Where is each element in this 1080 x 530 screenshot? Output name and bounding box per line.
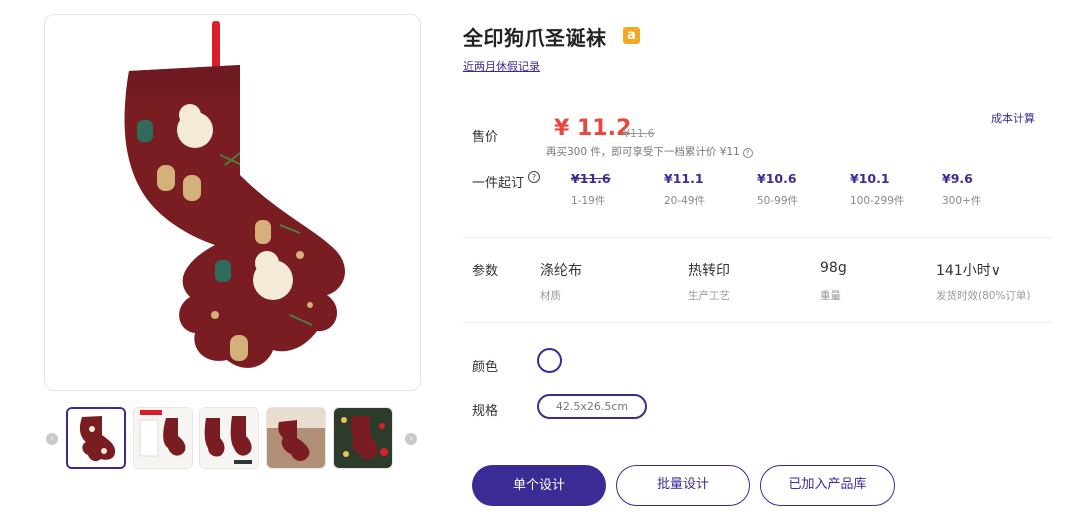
moq-label: 一件起订: [472, 176, 525, 191]
param-weight-key: 重量: [820, 290, 841, 302]
tier-price-3: ¥10.6: [757, 171, 797, 186]
tier-price-5: ¥9.6: [942, 171, 973, 186]
param-material-value: 涤纶布: [540, 263, 582, 279]
color-swatch[interactable]: [537, 348, 562, 373]
tier-price-1: ¥11.6: [571, 171, 611, 186]
param-shipping-dropdown[interactable]: 141小时∨: [936, 260, 1001, 280]
tier-range-4: 100-299件: [850, 195, 905, 207]
thumbnail-5[interactable]: [333, 407, 393, 469]
product-title: 全印狗爪圣诞袜: [463, 26, 607, 50]
divider: [463, 237, 1051, 238]
thumbnail-strip: ‹ ›: [44, 407, 421, 469]
size-option[interactable]: 42.5x26.5cm: [537, 394, 647, 419]
cost-calc-link[interactable]: 成本计算: [991, 110, 1035, 126]
tier-price-2: ¥11.1: [664, 171, 704, 186]
color-label: 颜色: [472, 360, 499, 375]
tier-range-1: 1-19件: [571, 195, 606, 207]
help-icon[interactable]: ?: [528, 171, 540, 183]
param-material-key: 材质: [540, 290, 561, 302]
chevron-left-icon[interactable]: ‹: [46, 433, 58, 445]
tier-range-3: 50-99件: [757, 195, 799, 207]
batch-design-button[interactable]: 批量设计: [616, 465, 750, 506]
thumbnail-3[interactable]: [199, 407, 259, 469]
tier-range-5: 300+件: [942, 195, 982, 207]
tier-range-2: 20-49件: [664, 195, 706, 207]
added-to-library-button[interactable]: 已加入产品库: [760, 465, 895, 506]
params-label: 参数: [472, 264, 499, 279]
current-price: ¥ 11.2: [554, 116, 632, 141]
size-label: 规格: [472, 404, 499, 419]
param-weight-value: 98g: [820, 260, 847, 276]
tier-hint-text: 再买300 件，即可享受下一档累计价 ¥11: [546, 146, 740, 158]
tier-price-4: ¥10.1: [850, 171, 890, 186]
param-process-value: 热转印: [688, 263, 730, 279]
help-icon[interactable]: ?: [742, 148, 753, 158]
single-design-button[interactable]: 单个设计: [472, 465, 606, 506]
thumbnail-1[interactable]: [66, 407, 126, 469]
amazon-badge-icon: a: [623, 27, 640, 44]
param-shipping-key: 发货时效(80%订单): [936, 290, 1031, 302]
main-product-image: [44, 14, 421, 391]
chevron-right-icon[interactable]: ›: [405, 433, 417, 445]
divider: [463, 322, 1051, 323]
thumbnail-4[interactable]: [266, 407, 326, 469]
tier-hint: 再买300 件，即可享受下一档累计价 ¥11?: [546, 144, 753, 159]
history-link[interactable]: 近两月休假记录: [463, 58, 540, 74]
thumbnail-2[interactable]: [133, 407, 193, 469]
param-process-key: 生产工艺: [688, 290, 730, 302]
original-price: ¥11.6: [623, 127, 655, 140]
price-label: 售价: [472, 130, 499, 145]
